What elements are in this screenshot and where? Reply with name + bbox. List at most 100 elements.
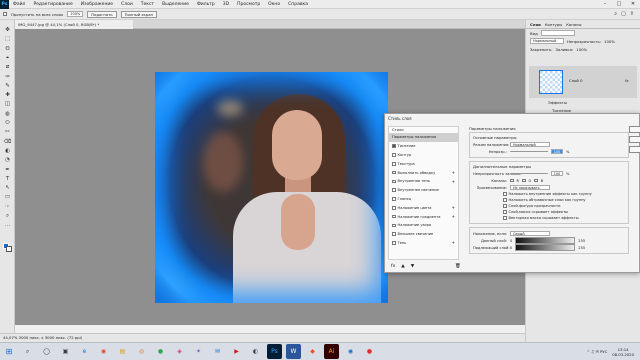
fill-opacity-input[interactable]: 100	[551, 170, 563, 177]
workspace-icon[interactable]: ▢	[621, 11, 626, 17]
menu-item[interactable]: Редактирование	[29, 2, 76, 7]
knockout-select[interactable]: Не показывать	[510, 184, 550, 191]
taskbar-app-icon[interactable]: ●	[362, 344, 377, 359]
tool-icon[interactable]: …	[3, 221, 12, 229]
filter-select[interactable]	[540, 30, 575, 36]
trash-icon[interactable]: 🗑	[455, 264, 461, 269]
menu-item[interactable]: Справка	[284, 2, 312, 7]
style-checkbox[interactable]	[392, 214, 396, 219]
option-checkbox[interactable]	[503, 204, 507, 208]
option-checkbox[interactable]	[503, 210, 507, 214]
tool-icon[interactable]: ⬭	[3, 119, 12, 127]
share-icon[interactable]: ⇪	[630, 11, 634, 17]
taskbar-app-icon[interactable]: ◯	[39, 344, 54, 359]
fill-screen-button[interactable]: Полный экран	[120, 10, 157, 18]
search-icon[interactable]: ⌕	[614, 11, 617, 17]
add-style-icon[interactable]: +	[452, 170, 458, 175]
style-item[interactable]: Наложение градиента +	[389, 212, 458, 221]
tool-icon[interactable]: ⧄	[3, 63, 12, 71]
tool-icon[interactable]: ʘ	[3, 45, 12, 53]
tool-icon[interactable]: ◔	[3, 156, 12, 164]
new-style-button[interactable]	[629, 146, 640, 153]
tool-icon[interactable]: ⌫	[3, 138, 12, 146]
taskbar-app-icon[interactable]: ▶	[229, 344, 244, 359]
tool-icon[interactable]: T	[3, 175, 12, 183]
ok-button[interactable]	[629, 126, 640, 133]
channel-g-checkbox[interactable]	[522, 178, 526, 183]
windows-start-icon[interactable]: ⊞	[0, 347, 18, 356]
tool-icon[interactable]: ◫	[3, 100, 12, 108]
tab-paths[interactable]: Контуры	[545, 20, 562, 28]
style-checkbox[interactable]	[392, 206, 396, 210]
opacity-value[interactable]: 100%	[604, 39, 615, 44]
taskbar-app-icon[interactable]: Ps	[267, 344, 282, 359]
under-layer-gradient-slider[interactable]	[515, 244, 576, 251]
menu-item[interactable]: Фильтр	[193, 2, 219, 7]
cancel-button[interactable]	[629, 136, 640, 143]
style-checkbox[interactable]	[392, 197, 396, 201]
zoom-field[interactable]: 100%	[67, 11, 84, 17]
style-item[interactable]: Текстура	[389, 159, 458, 168]
taskbar-app-icon[interactable]: ◐	[248, 344, 263, 359]
style-checkbox[interactable]	[392, 179, 396, 184]
menu-item[interactable]: Окно	[264, 2, 284, 7]
taskbar-app-icon[interactable]: ●	[153, 344, 168, 359]
style-checkbox[interactable]	[392, 232, 396, 236]
channel-b-checkbox[interactable]	[534, 178, 538, 183]
style-checkbox[interactable]	[392, 170, 396, 175]
tool-icon[interactable]: ✚	[3, 91, 12, 99]
menu-item[interactable]: Выделение	[158, 2, 193, 7]
fx-menu-icon[interactable]: fx	[391, 264, 395, 269]
maximize-button[interactable]: □	[612, 1, 626, 7]
tool-icon[interactable]: ☞	[3, 203, 12, 211]
taskbar-app-icon[interactable]: ◎	[134, 344, 149, 359]
effects-row[interactable]: Эффекты	[548, 100, 567, 105]
tool-icon[interactable]: ✑	[3, 73, 12, 81]
style-item[interactable]: Внешнее свечение	[389, 230, 458, 239]
style-item[interactable]: Тень +	[389, 239, 458, 248]
taskbar-app-icon[interactable]: ✦	[191, 344, 206, 359]
style-checkbox[interactable]	[392, 144, 396, 148]
tool-icon[interactable]: ⬚	[3, 35, 12, 43]
tool-icon[interactable]: ✥	[3, 26, 12, 34]
style-checkbox[interactable]	[392, 153, 396, 157]
this-layer-gradient-slider[interactable]	[515, 237, 576, 244]
clock[interactable]: 13:14 08.03.2020	[612, 347, 634, 357]
menu-item[interactable]: Текст	[137, 2, 158, 7]
fill-opacity-slider[interactable]	[510, 172, 548, 175]
style-item[interactable]: Выполнить обводку +	[389, 168, 458, 177]
blend-if-select[interactable]: Серый	[510, 230, 551, 237]
taskbar-app-icon[interactable]: ▣	[58, 344, 73, 359]
tray-icons[interactable]: ^ ♫ ✉ РУС	[587, 349, 608, 354]
add-style-icon[interactable]: +	[452, 214, 458, 219]
blend-mode-select[interactable]: Нормальный	[510, 141, 550, 148]
style-item[interactable]: Внутреннее свечение	[389, 186, 458, 195]
style-item[interactable]: Наложение узора	[389, 221, 458, 230]
menu-item[interactable]: Изображение	[77, 2, 117, 7]
fx-icon[interactable]: fx	[625, 78, 629, 83]
taskbar-app-icon[interactable]: W	[286, 344, 301, 359]
fit-screen-button[interactable]: Подогнать	[87, 10, 117, 18]
menu-item[interactable]: Файл	[9, 2, 29, 7]
tool-icon[interactable]: ✏	[3, 128, 12, 136]
add-style-icon[interactable]: +	[452, 179, 458, 184]
taskbar-app-icon[interactable]: Ai	[324, 344, 339, 359]
tool-icon[interactable]: ✎	[3, 82, 12, 90]
tool-icon[interactable]: ↖	[3, 184, 12, 192]
background-color-swatch[interactable]	[6, 246, 12, 252]
taskbar-app-icon[interactable]: ✉	[210, 344, 225, 359]
add-style-icon[interactable]: +	[452, 240, 458, 245]
style-checkbox[interactable]	[392, 223, 396, 228]
tab-layers[interactable]: Слои	[530, 20, 541, 28]
document-tab[interactable]: IMG_9447.jpg @ 44,1% (Слой 0, RGB/8*) *	[15, 20, 133, 29]
taskbar-app-icon[interactable]: ◉	[343, 344, 358, 359]
opacity-slider[interactable]	[510, 150, 548, 153]
option-checkbox[interactable]	[503, 216, 507, 220]
tool-icon[interactable]: ⌖	[3, 54, 12, 62]
tool-icon[interactable]: ✒	[3, 166, 12, 174]
document-photo[interactable]	[155, 72, 388, 303]
tool-icon[interactable]: ▭	[3, 193, 12, 201]
opacity-input[interactable]: 100	[551, 148, 563, 155]
menu-item[interactable]: Просмотр	[233, 2, 264, 7]
option-checkbox[interactable]	[503, 198, 507, 202]
